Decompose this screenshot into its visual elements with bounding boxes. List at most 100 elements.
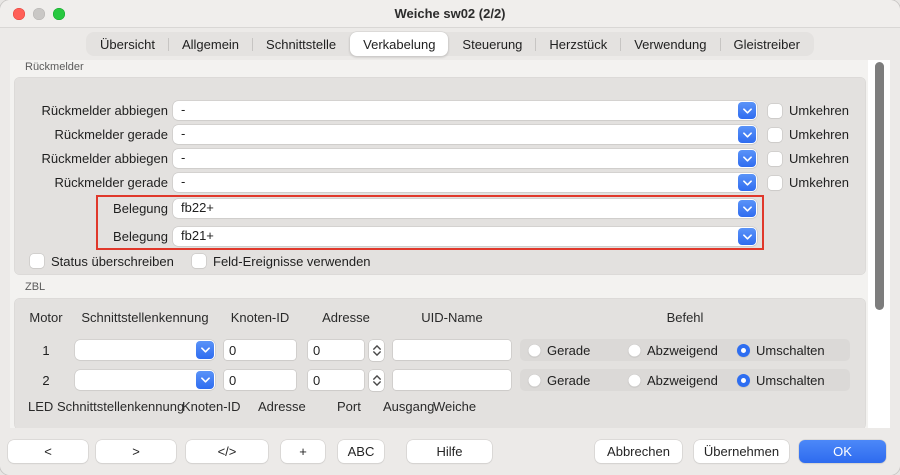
column-header-uid: UID-Name [393,310,511,325]
radio-circle-icon [628,374,641,387]
chevron-down-icon [738,126,756,143]
footer-bar: < > </> + ABC Hilfe Abbrechen Übernehmen… [0,428,900,475]
tab-bar: Übersicht Allgemein Schnittstelle Verkab… [0,28,900,60]
umkehren-checkbox[interactable] [768,104,782,118]
tab-divider [720,38,721,51]
column-header-motor: Motor [26,310,66,325]
checkbox-label: Feld-Ereignisse verwenden [213,254,371,269]
tab-divider [252,38,253,51]
tab-schnittstelle[interactable]: Schnittstelle [253,32,349,56]
title-bar: Weiche sw02 (2/2) [0,0,900,28]
rueckmelder-row: Rückmelder abbiegen - Umkehren [10,149,890,169]
prev-button[interactable]: < [8,440,88,463]
belegung-dropdown[interactable]: fb22+ [173,199,757,218]
ok-button[interactable]: OK [799,440,886,463]
befehl-radio-group: Gerade Abzweigend Umschalten [520,339,850,361]
knoten-id-field[interactable] [224,340,296,360]
radio-abzweigend[interactable]: Abzweigend [628,343,718,358]
chevron-down-icon [196,341,214,359]
scrollbar-track[interactable] [868,60,890,428]
column-header-adresse: Adresse [308,310,384,325]
adresse-stepper[interactable] [369,340,384,361]
tab-uebersicht[interactable]: Übersicht [87,32,168,56]
radio-circle-icon [528,344,541,357]
field-label: Rückmelder gerade [10,175,168,190]
rueckmelder-gerade-dropdown[interactable]: - [173,173,757,192]
adresse-field[interactable] [308,340,364,360]
help-button[interactable]: Hilfe [407,440,492,463]
column-header-knoten: Knoten-ID [224,310,296,325]
abc-button[interactable]: ABC [338,440,384,463]
scrollbar-thumb[interactable] [875,62,884,310]
tab-gleistreiber[interactable]: Gleistreiber [721,32,813,56]
led-header-port: Port [337,399,361,414]
field-label: Belegung [10,229,168,244]
belegung-row: Belegung fb22+ [10,199,890,219]
rueckmelder-gerade-dropdown[interactable]: - [173,125,757,144]
status-ueberschreiben-checkbox[interactable] [30,254,44,268]
umkehren-checkbox[interactable] [768,176,782,190]
window-title: Weiche sw02 (2/2) [0,6,900,21]
adresse-field[interactable] [308,370,364,390]
radio-umschalten[interactable]: Umschalten [737,343,825,358]
radio-umschalten[interactable]: Umschalten [737,373,825,388]
motor-number: 1 [26,343,66,358]
tab-verwendung[interactable]: Verwendung [621,32,719,56]
radio-circle-icon [528,374,541,387]
rueckmelder-abbiegen-dropdown[interactable]: - [173,149,757,168]
section-label-rueckmelder: Rückmelder [25,61,84,73]
adresse-stepper[interactable] [369,370,384,391]
tab-allgemein[interactable]: Allgemein [169,32,252,56]
led-header-adresse: Adresse [258,399,306,414]
tab-divider [620,38,621,51]
tab-divider [535,38,536,51]
led-header-knoten: Knoten-ID [182,399,241,414]
dropdown-value: fb22+ [181,200,214,215]
radio-gerade[interactable]: Gerade [528,373,590,388]
belegung-dropdown[interactable]: fb21+ [173,227,757,246]
kennung-dropdown[interactable] [75,340,215,360]
cancel-button[interactable]: Abbrechen [595,440,682,463]
rueckmelder-row: Rückmelder gerade - Umkehren [10,125,890,145]
umkehren-checkbox[interactable] [768,128,782,142]
kennung-dropdown[interactable] [75,370,215,390]
radio-selected-icon [737,344,750,357]
checkbox-label: Status überschreiben [51,254,174,269]
checkbox-label: Umkehren [789,151,849,166]
chevron-down-icon [738,150,756,167]
motor-number: 2 [26,373,66,388]
checkbox-label: Umkehren [789,175,849,190]
tab-herzstueck[interactable]: Herzstück [536,32,620,56]
rueckmelder-row: Rückmelder gerade - Umkehren [10,173,890,193]
feld-ereignisse-checkbox[interactable] [192,254,206,268]
belegung-row: Belegung fb21+ [10,227,890,247]
apply-button[interactable]: Übernehmen [694,440,789,463]
checkbox-label: Umkehren [789,127,849,142]
uid-name-field[interactable] [393,370,511,390]
stepper-up-icon [373,375,381,380]
add-button[interactable]: + [281,440,325,463]
radio-gerade[interactable]: Gerade [528,343,590,358]
rueckmelder-abbiegen-dropdown[interactable]: - [173,101,757,120]
dropdown-value: - [181,174,185,189]
column-header-befehl: Befehl [520,310,850,325]
uid-name-field[interactable] [393,340,511,360]
chevron-down-icon [738,200,756,217]
chevron-down-icon [738,102,756,119]
knoten-id-field[interactable] [224,370,296,390]
umkehren-checkbox[interactable] [768,152,782,166]
led-header-ausgang: Ausgang [383,399,434,414]
radio-abzweigend[interactable]: Abzweigend [628,373,718,388]
dropdown-value: fb21+ [181,228,214,243]
radio-selected-icon [737,374,750,387]
stepper-down-icon [373,351,381,356]
section-label-zbl: ZBL [25,281,45,293]
content-scroll-area: Rückmelder Rückmelder abbiegen - Umkehre… [10,60,890,428]
tab-verkabelung[interactable]: Verkabelung [350,32,448,56]
tab-divider [168,38,169,51]
column-header-kennung: Schnittstellenkennung [75,310,215,325]
tab-segmented-control: Übersicht Allgemein Schnittstelle Verkab… [86,32,814,56]
tab-steuerung[interactable]: Steuerung [449,32,535,56]
code-button[interactable]: </> [186,440,268,463]
next-button[interactable]: > [96,440,176,463]
